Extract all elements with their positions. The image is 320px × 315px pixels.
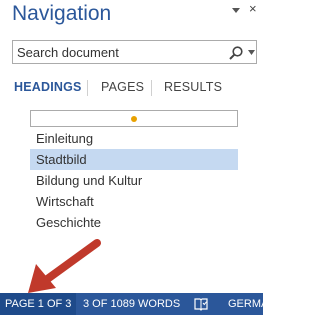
language-indicator[interactable]: GERMA: [228, 293, 268, 315]
search-options-chevron-down-icon[interactable]: [248, 50, 255, 55]
heading-item-geschichte[interactable]: Geschichte: [30, 212, 238, 233]
proofing-book-icon[interactable]: [194, 297, 208, 311]
heading-item-einleitung[interactable]: Einleitung: [30, 128, 238, 149]
headings-list: Einleitung Stadtbild Bildung und Kultur …: [30, 128, 238, 233]
search-box[interactable]: [12, 40, 257, 64]
tab-results[interactable]: RESULTS: [164, 80, 222, 94]
tab-divider: [87, 80, 88, 96]
pane-options-icon[interactable]: [232, 6, 240, 14]
close-icon[interactable]: ×: [249, 2, 257, 16]
search-icon[interactable]: [228, 45, 244, 61]
filter-marker-dot: [131, 116, 137, 122]
heading-level-filter[interactable]: [30, 110, 238, 127]
heading-item-wirtschaft[interactable]: Wirtschaft: [30, 191, 238, 212]
heading-item-stadtbild[interactable]: Stadtbild: [30, 149, 238, 170]
heading-item-bildung-und-kultur[interactable]: Bildung und Kultur: [30, 170, 238, 191]
page-count-indicator[interactable]: PAGE 1 OF 3: [0, 293, 77, 315]
word-count-indicator[interactable]: 3 OF 1089 WORDS: [83, 293, 180, 315]
pane-title: Navigation: [12, 2, 112, 25]
tab-headings[interactable]: HEADINGS: [14, 80, 82, 94]
tab-divider: [151, 80, 152, 96]
search-input[interactable]: [17, 43, 222, 61]
status-bar: PAGE 1 OF 3 3 OF 1089 WORDS GERMA: [0, 293, 268, 315]
tab-pages[interactable]: PAGES: [101, 80, 144, 94]
